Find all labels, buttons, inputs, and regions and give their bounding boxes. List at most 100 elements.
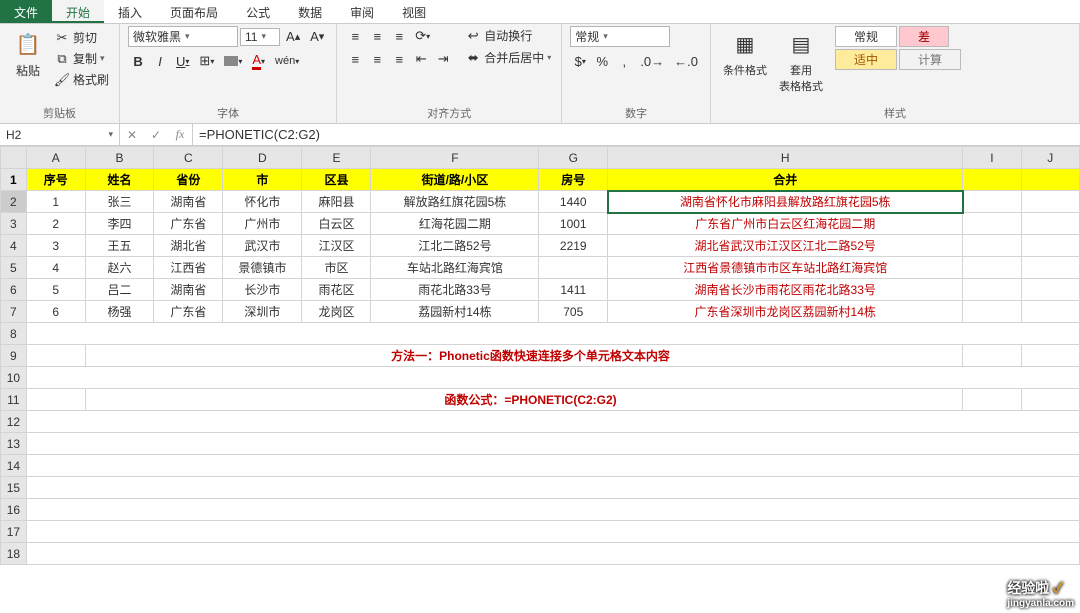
row-header[interactable]: 15	[1, 477, 27, 499]
cell[interactable]: 3	[26, 235, 85, 257]
cell[interactable]	[26, 521, 1079, 543]
cell[interactable]: 2	[26, 213, 85, 235]
cell[interactable]	[1021, 213, 1079, 235]
col-header[interactable]: C	[154, 147, 223, 169]
cell[interactable]: 房号	[539, 169, 608, 191]
cell[interactable]: 吕二	[85, 279, 154, 301]
merge-center-button[interactable]: ⬌合并后居中▾	[463, 48, 553, 67]
formula-input[interactable]: =PHONETIC(C2:G2)	[193, 124, 1080, 145]
cell[interactable]: 雨花区	[302, 279, 371, 301]
cell[interactable]: 广州市	[223, 213, 302, 235]
row-header[interactable]: 16	[1, 499, 27, 521]
cell[interactable]: 街道/路/小区	[371, 169, 539, 191]
menu-data[interactable]: 数据	[284, 0, 336, 23]
wrap-text-button[interactable]: ↩自动换行	[463, 26, 553, 45]
cell[interactable]	[26, 367, 1079, 389]
conditional-format-button[interactable]: ▦ 条件格式	[719, 26, 771, 82]
font-name-combo[interactable]: 微软雅黑▾	[128, 26, 238, 47]
row-header[interactable]: 4	[1, 235, 27, 257]
cell[interactable]	[26, 543, 1079, 565]
align-left-button[interactable]: ≡	[345, 49, 365, 69]
cell[interactable]: 张三	[85, 191, 154, 213]
cell[interactable]	[963, 345, 1021, 367]
accept-formula-icon[interactable]: ✓	[144, 128, 168, 142]
col-header[interactable]: H	[608, 147, 963, 169]
cell[interactable]: 湖南省	[154, 191, 223, 213]
cell[interactable]	[1021, 191, 1079, 213]
cell[interactable]	[963, 301, 1021, 323]
cell[interactable]	[963, 257, 1021, 279]
style-bad[interactable]: 差	[899, 26, 949, 47]
cell[interactable]: 武汉市	[223, 235, 302, 257]
cell[interactable]	[1021, 345, 1079, 367]
select-all-corner[interactable]	[1, 147, 27, 169]
cell[interactable]: 江汉区	[302, 235, 371, 257]
percent-button[interactable]: %	[592, 51, 612, 71]
cell[interactable]	[26, 411, 1079, 433]
cell[interactable]: 6	[26, 301, 85, 323]
decrease-font-button[interactable]: A▾	[306, 27, 328, 47]
fill-color-button[interactable]: ▾	[220, 51, 246, 71]
indent-dec-button[interactable]: ⇤	[411, 49, 431, 69]
cell[interactable]	[1021, 279, 1079, 301]
row-header[interactable]: 6	[1, 279, 27, 301]
spreadsheet-grid[interactable]: A B C D E F G H I J 1 序号 姓名 省份 市 区县 街道/路…	[0, 146, 1080, 565]
cell[interactable]	[26, 499, 1079, 521]
menu-insert[interactable]: 插入	[104, 0, 156, 23]
cell[interactable]	[26, 455, 1079, 477]
cell[interactable]: 车站北路红海宾馆	[371, 257, 539, 279]
cell[interactable]	[1021, 257, 1079, 279]
cell[interactable]: 1	[26, 191, 85, 213]
indent-inc-button[interactable]: ⇥	[433, 49, 453, 69]
cell[interactable]	[1021, 235, 1079, 257]
col-header[interactable]: G	[539, 147, 608, 169]
cell[interactable]: 王五	[85, 235, 154, 257]
menu-start[interactable]: 开始	[52, 0, 104, 23]
cell[interactable]	[26, 323, 1079, 345]
row-header[interactable]: 9	[1, 345, 27, 367]
cell[interactable]	[963, 279, 1021, 301]
dec-decimal-button[interactable]: ←.0	[670, 51, 702, 71]
cell[interactable]	[963, 213, 1021, 235]
cell[interactable]: 1440	[539, 191, 608, 213]
italic-button[interactable]: I	[150, 51, 170, 71]
cell-styles-gallery[interactable]: 常规 差 适中 计算	[835, 26, 961, 70]
cell[interactable]: 湖北省武汉市江汉区江北二路52号	[608, 235, 963, 257]
cell[interactable]: 白云区	[302, 213, 371, 235]
align-middle-button[interactable]: ≡	[367, 26, 387, 46]
cell[interactable]: 湖南省	[154, 279, 223, 301]
cell[interactable]: 龙岗区	[302, 301, 371, 323]
format-as-table-button[interactable]: ▤ 套用 表格格式	[775, 26, 827, 98]
menu-view[interactable]: 视图	[388, 0, 440, 23]
cell[interactable]: 湖南省怀化市麻阳县解放路红旗花园5栋	[608, 191, 963, 213]
number-format-combo[interactable]: 常规▾	[570, 26, 670, 47]
row-header[interactable]: 5	[1, 257, 27, 279]
col-header[interactable]: E	[302, 147, 371, 169]
style-calc[interactable]: 计算	[899, 49, 961, 70]
cell[interactable]	[1021, 169, 1079, 191]
cell[interactable]	[963, 169, 1021, 191]
menu-layout[interactable]: 页面布局	[156, 0, 232, 23]
menu-review[interactable]: 审阅	[336, 0, 388, 23]
cell[interactable]: 5	[26, 279, 85, 301]
col-header[interactable]: J	[1021, 147, 1079, 169]
menu-file[interactable]: 文件	[0, 0, 52, 23]
fx-icon[interactable]: fx	[168, 127, 192, 142]
cell[interactable]: 李四	[85, 213, 154, 235]
cell[interactable]: 杨强	[85, 301, 154, 323]
cell[interactable]: 江北二路52号	[371, 235, 539, 257]
cell[interactable]: 省份	[154, 169, 223, 191]
row-header[interactable]: 13	[1, 433, 27, 455]
cell[interactable]	[26, 389, 85, 411]
cell[interactable]: 景德镇市	[223, 257, 302, 279]
cell[interactable]: 4	[26, 257, 85, 279]
cell[interactable]: 市区	[302, 257, 371, 279]
row-header[interactable]: 3	[1, 213, 27, 235]
format-painter-button[interactable]: 🖌格式刷	[52, 70, 111, 89]
row-header[interactable]: 14	[1, 455, 27, 477]
font-size-combo[interactable]: 11▾	[240, 28, 280, 46]
cut-button[interactable]: ✂剪切	[52, 28, 111, 47]
col-header[interactable]: A	[26, 147, 85, 169]
align-center-button[interactable]: ≡	[367, 49, 387, 69]
style-normal[interactable]: 常规	[835, 26, 897, 47]
